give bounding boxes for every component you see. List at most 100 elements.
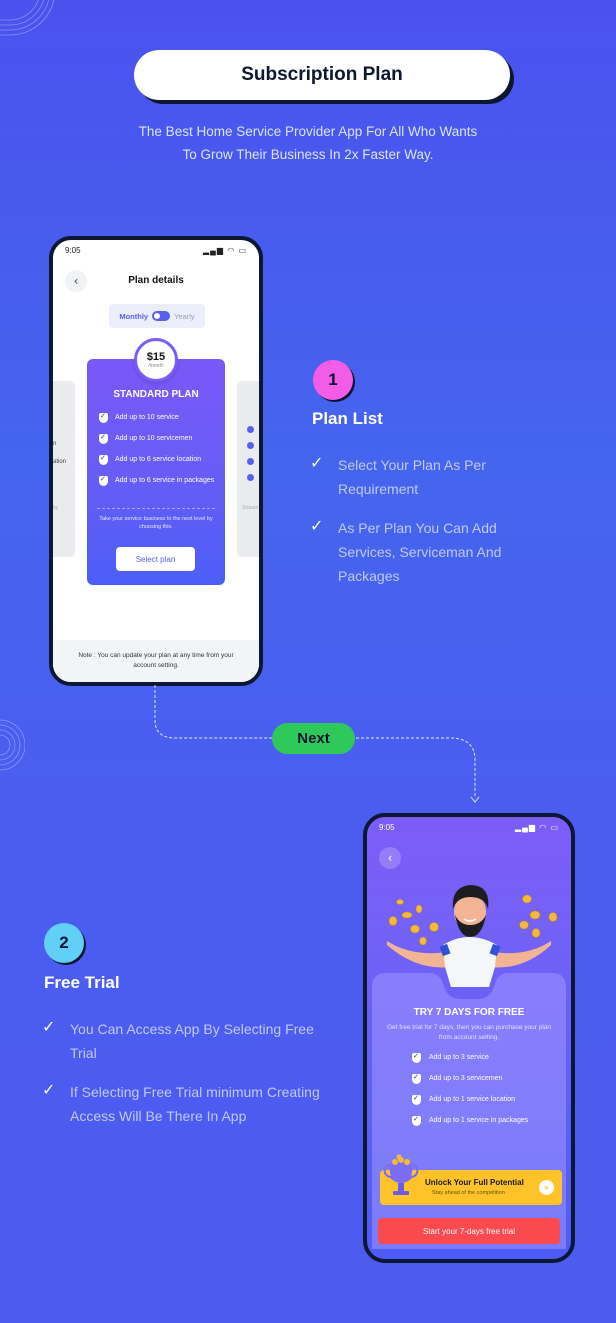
plan-card-previous[interactable]: n ation by [53, 381, 75, 557]
signal-icon: ▂▄▆ [515, 823, 536, 832]
check-icon: ✓ [310, 516, 324, 535]
step-1-points: ✓ Select Your Plan As Per Requirement ✓ As… [310, 453, 550, 603]
card-text-fragment: ation [53, 459, 67, 465]
step-badge-1: 1 [313, 360, 353, 400]
step-title-plan-list: Plan List [312, 409, 383, 428]
coin-icon [522, 894, 532, 904]
status-bar: 9:05 ▂▄▆ ◠ ▭ [367, 823, 571, 835]
list-item: ✓ You Can Access App By Selecting Free Tr… [42, 1017, 322, 1065]
price-badge: $15 /month [134, 338, 178, 382]
coin-icon [419, 936, 427, 946]
next-label: Next [272, 723, 355, 754]
feature-text: Add up to 6 service location [115, 456, 201, 463]
feature-text: Add up to 10 servicemen [115, 435, 193, 442]
trophy-icon [383, 1154, 419, 1195]
coin-icon [519, 920, 529, 930]
shield-check-icon [247, 426, 254, 433]
double-chevron-right-icon[interactable]: » [539, 1180, 554, 1195]
billing-toggle[interactable]: Monthly Yearly [109, 304, 205, 328]
feature-text: Add up to 10 service [115, 414, 179, 421]
trial-feature: Add up to 3 service [412, 1052, 558, 1063]
trial-title: TRY 7 DAYS FOR FREE [413, 1007, 525, 1018]
coin-icon [415, 904, 423, 914]
price-amount: $15 [146, 351, 166, 363]
list-item: ✓ As Per Plan You Can Add Services, Servi… [310, 516, 550, 588]
check-icon: ✓ [42, 1017, 56, 1036]
shield-check-icon [99, 475, 108, 486]
battery-icon: ▭ [238, 246, 247, 255]
page-title: Subscription Plan [134, 50, 510, 100]
step-title-free-trial: Free Trial [44, 973, 120, 992]
toggle-monthly-label[interactable]: Monthly [119, 312, 148, 321]
price-period: /month [148, 363, 164, 369]
subtitle-line: The Best Home Service Provider App For A… [138, 124, 478, 139]
feature-text: Add up to 3 servicemen [429, 1075, 503, 1082]
shield-check-icon [247, 474, 254, 481]
coin-icon [396, 899, 404, 905]
standard-plan-card: STANDARD PLAN Add up to 10 service Add u… [87, 359, 225, 585]
feature-text: Add up to 1 service in packages [429, 1117, 529, 1124]
feature-text: Add up to 6 service in packages [115, 477, 215, 484]
plan-feature: Add up to 6 service location [99, 454, 217, 465]
trial-features: Add up to 3 service Add up to 3 servicem… [412, 1052, 558, 1137]
screen-title: Plan details [128, 275, 184, 286]
shield-check-icon [412, 1115, 421, 1126]
shield-check-icon [99, 433, 108, 444]
trial-description: Get free trial for 7 days, then you can … [386, 1024, 552, 1041]
trial-feature: Add up to 3 servicemen [412, 1073, 558, 1084]
check-icon: ✓ [42, 1080, 56, 1099]
plan-name: STANDARD PLAN [113, 389, 199, 400]
toggle-yearly-label[interactable]: Yearly [174, 312, 195, 321]
phone-plan-details: 9:05 ▂▄▆ ◠ ▭ ‹ Plan details Monthly Year… [49, 236, 263, 686]
signal-icon: ▂▄▆ [203, 246, 224, 255]
card-text-fragment: by [53, 505, 59, 511]
shield-check-icon [99, 412, 108, 423]
battery-icon: ▭ [550, 823, 559, 832]
shield-check-icon [247, 458, 254, 465]
step-2-points: ✓ You Can Access App By Selecting Free Tr… [42, 1017, 322, 1143]
status-icons: ▂▄▆ ◠ ▭ [203, 246, 247, 255]
plan-features: Add up to 10 service Add up to 10 servic… [99, 412, 217, 497]
check-icon: ✓ [310, 453, 324, 472]
start-free-trial-button[interactable]: Start your 7-days free trial [378, 1218, 560, 1244]
shield-check-icon [99, 454, 108, 465]
wifi-icon: ◠ [539, 823, 548, 832]
status-time: 9:05 [379, 823, 395, 832]
select-plan-button[interactable]: Select plan [116, 547, 195, 571]
unlock-subtitle: Stay ahead of the competition [432, 1190, 505, 1196]
status-bar: 9:05 ▂▄▆ ◠ ▭ [53, 246, 259, 258]
plan-description: Take your service business to the next l… [99, 516, 213, 530]
list-item: ✓ If Selecting Free Trial minimum Creatin… [42, 1080, 322, 1128]
coin-icon [410, 924, 420, 934]
step-badge-2: 2 [44, 923, 84, 963]
feature-text: Add up to 3 service [429, 1054, 489, 1061]
toggle-switch[interactable] [152, 311, 171, 321]
coin-icon [429, 922, 439, 932]
hero-illustration [387, 885, 558, 987]
plan-feature: Add up to 10 servicemen [99, 433, 217, 444]
plan-card-next[interactable]: Stream [237, 381, 259, 557]
plan-feature: Add up to 10 service [99, 412, 217, 423]
coin-icon [388, 916, 398, 926]
plan-feature: Add up to 6 service in packages [99, 475, 217, 486]
point-text: You Can Access App By Selecting Free Tri… [70, 1021, 314, 1061]
card-text-fragment: Stream [242, 505, 259, 511]
trial-feature: Add up to 1 service location [412, 1094, 558, 1105]
coin-icon [548, 912, 558, 922]
coin-icon [401, 911, 413, 919]
page-subtitle: The Best Home Service Provider App For A… [60, 120, 556, 166]
card-text-fragment: n [53, 441, 57, 447]
feature-text: Add up to 1 service location [429, 1096, 515, 1103]
wifi-icon: ◠ [227, 246, 236, 255]
subtitle-line: To Grow Their Business In 2x Faster Way. [182, 147, 434, 162]
shield-check-icon [412, 1094, 421, 1105]
point-text: If Selecting Free Trial minimum Creating… [70, 1084, 320, 1124]
unlock-title: Unlock Your Full Potential [425, 1178, 524, 1187]
shield-check-icon [412, 1052, 421, 1063]
list-item: ✓ Select Your Plan As Per Requirement [310, 453, 550, 501]
divider [97, 508, 215, 509]
point-text: As Per Plan You Can Add Services, Servic… [338, 520, 502, 584]
coin-icon [531, 928, 541, 938]
free-trial-card: TRY 7 DAYS FOR FREE Get free trial for 7… [372, 969, 566, 1249]
shield-check-icon [247, 442, 254, 449]
